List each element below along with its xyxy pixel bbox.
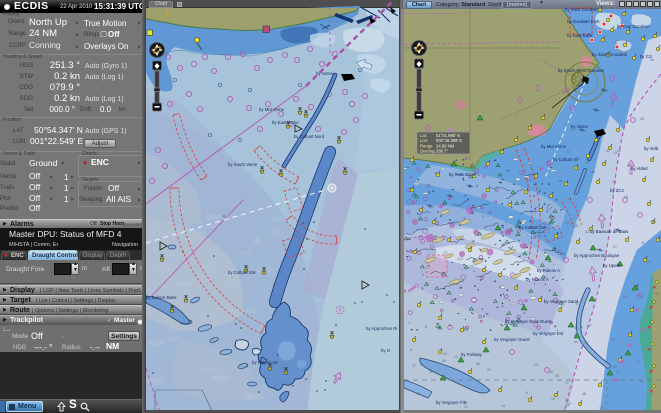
svg-text:by South-West Goodwin: by South-West Goodwin xyxy=(558,68,605,73)
svg-text:by Ridens A: by Ridens A xyxy=(537,268,560,273)
svg-text:by Colbart N: by Colbart N xyxy=(553,157,577,162)
svg-text:50: 50 xyxy=(652,220,656,224)
svg-text:27: 27 xyxy=(613,245,617,249)
svg-text:by Goodwin Fork: by Goodwin Fork xyxy=(567,19,600,24)
svg-text:34: 34 xyxy=(585,161,589,165)
svg-text:48: 48 xyxy=(591,170,595,174)
svg-text:17: 17 xyxy=(565,381,569,385)
svg-text:by Mid Varne: by Mid Varne xyxy=(541,144,567,149)
svg-text:by Mid Varne: by Mid Varne xyxy=(259,107,285,112)
svg-text:28: 28 xyxy=(565,122,569,126)
svg-text:48: 48 xyxy=(582,392,586,396)
svg-text:40: 40 xyxy=(476,362,480,366)
svg-text:21: 21 xyxy=(420,363,424,367)
svg-text:28: 28 xyxy=(549,370,553,374)
svg-text:20: 20 xyxy=(487,368,491,372)
svg-text:9: 9 xyxy=(526,391,528,395)
svg-text:34: 34 xyxy=(616,370,620,374)
svg-text:288.7°: 288.7° xyxy=(436,149,448,154)
svg-text:by Vergoyer Est: by Vergoyer Est xyxy=(533,331,564,336)
svg-text:36: 36 xyxy=(442,359,446,363)
svg-text:by CS: by CS xyxy=(640,54,652,59)
svg-text:21: 21 xyxy=(464,405,468,409)
svg-text:31: 31 xyxy=(565,398,569,402)
svg-text:44: 44 xyxy=(567,197,571,201)
svg-text:by Deal Bank: by Deal Bank xyxy=(567,33,593,38)
svg-text:29: 29 xyxy=(534,363,538,367)
svg-text:52: 52 xyxy=(613,365,617,369)
svg-text:38: 38 xyxy=(584,341,588,345)
svg-text:33: 33 xyxy=(639,295,643,299)
svg-text:49: 49 xyxy=(574,224,578,228)
svg-text:by Bassure de Baas: by Bassure de Baas xyxy=(590,229,628,234)
svg-text:by Vergoyer Sand: by Vergoyer Sand xyxy=(544,299,579,304)
svg-text:20: 20 xyxy=(443,352,447,356)
svg-text:by Fairway: by Fairway xyxy=(461,352,483,357)
svg-text:by Aldb: by Aldb xyxy=(644,146,659,151)
svg-text:by East Goodwin: by East Goodwin xyxy=(617,24,650,29)
svg-text:27: 27 xyxy=(412,364,416,368)
svg-text:43: 43 xyxy=(567,402,571,406)
svg-text:by Varne: by Varne xyxy=(316,71,333,76)
svg-text:by Colbart SW: by Colbart SW xyxy=(519,225,548,230)
svg-text:by South Varne: by South Varne xyxy=(228,162,258,167)
svg-text:13: 13 xyxy=(454,355,458,359)
svg-text:Bearing:: Bearing: xyxy=(420,149,436,154)
svg-text:18: 18 xyxy=(416,392,420,396)
svg-text:50: 50 xyxy=(566,150,570,154)
svg-text:12: 12 xyxy=(617,149,621,153)
svg-text:19: 19 xyxy=(551,397,555,401)
svg-text:29: 29 xyxy=(612,180,616,184)
svg-text:35: 35 xyxy=(611,338,615,342)
svg-text:by Approches Ri: by Approches Ri xyxy=(366,326,397,331)
svg-text:by ZC2: by ZC2 xyxy=(610,188,624,193)
svg-text:by Kidens A: by Kidens A xyxy=(526,277,549,282)
svg-text:by Colbart SW: by Colbart SW xyxy=(228,270,257,275)
svg-text:by South Goodwin: by South Goodwin xyxy=(592,52,628,57)
svg-text:55: 55 xyxy=(562,252,566,256)
svg-text:by Vergoyer Ouest: by Vergoyer Ouest xyxy=(494,337,530,342)
svg-text:32: 32 xyxy=(585,230,589,234)
svg-text:by Alded: by Alded xyxy=(631,166,648,171)
svg-text:36: 36 xyxy=(429,370,433,374)
svg-text:16: 16 xyxy=(624,195,628,199)
svg-text:28: 28 xyxy=(640,117,644,121)
svg-text:8: 8 xyxy=(410,348,412,352)
svg-text:57: 57 xyxy=(588,324,592,328)
svg-text:by Colbart Nord: by Colbart Nord xyxy=(294,134,325,139)
svg-text:8: 8 xyxy=(440,348,442,352)
svg-text:by Vergoyer File: by Vergoyer File xyxy=(436,400,468,405)
svg-text:43: 43 xyxy=(647,260,651,264)
svg-text:by Bullock Bank: by Bullock Bank xyxy=(146,295,177,300)
svg-text:by Roar Bank: by Roar Bank xyxy=(449,172,476,177)
svg-text:by Varne: by Varne xyxy=(571,124,588,129)
svg-text:49: 49 xyxy=(565,221,569,225)
svg-text:24: 24 xyxy=(574,333,578,337)
svg-text:25: 25 xyxy=(654,292,658,296)
svg-text:by Vergoyer Nord-Ouest: by Vergoyer Nord-Ouest xyxy=(505,319,552,324)
svg-text:58: 58 xyxy=(623,295,627,299)
svg-text:15: 15 xyxy=(599,406,603,410)
svg-text:44: 44 xyxy=(574,340,578,344)
svg-text:35: 35 xyxy=(555,374,559,378)
svg-text:52: 52 xyxy=(606,149,610,153)
svg-text:by Upelle: by Upelle xyxy=(603,263,622,268)
svg-text:27: 27 xyxy=(636,360,640,364)
svg-text:32: 32 xyxy=(639,379,643,383)
svg-text:by West Goodwin: by West Goodwin xyxy=(565,7,599,12)
svg-text:by East Varne: by East Varne xyxy=(272,120,299,125)
svg-text:by O: by O xyxy=(381,348,391,353)
svg-text:by Approches Boulogne: by Approches Boulogne xyxy=(574,253,620,258)
svg-text:20: 20 xyxy=(641,241,645,245)
svg-text:14: 14 xyxy=(501,404,505,408)
